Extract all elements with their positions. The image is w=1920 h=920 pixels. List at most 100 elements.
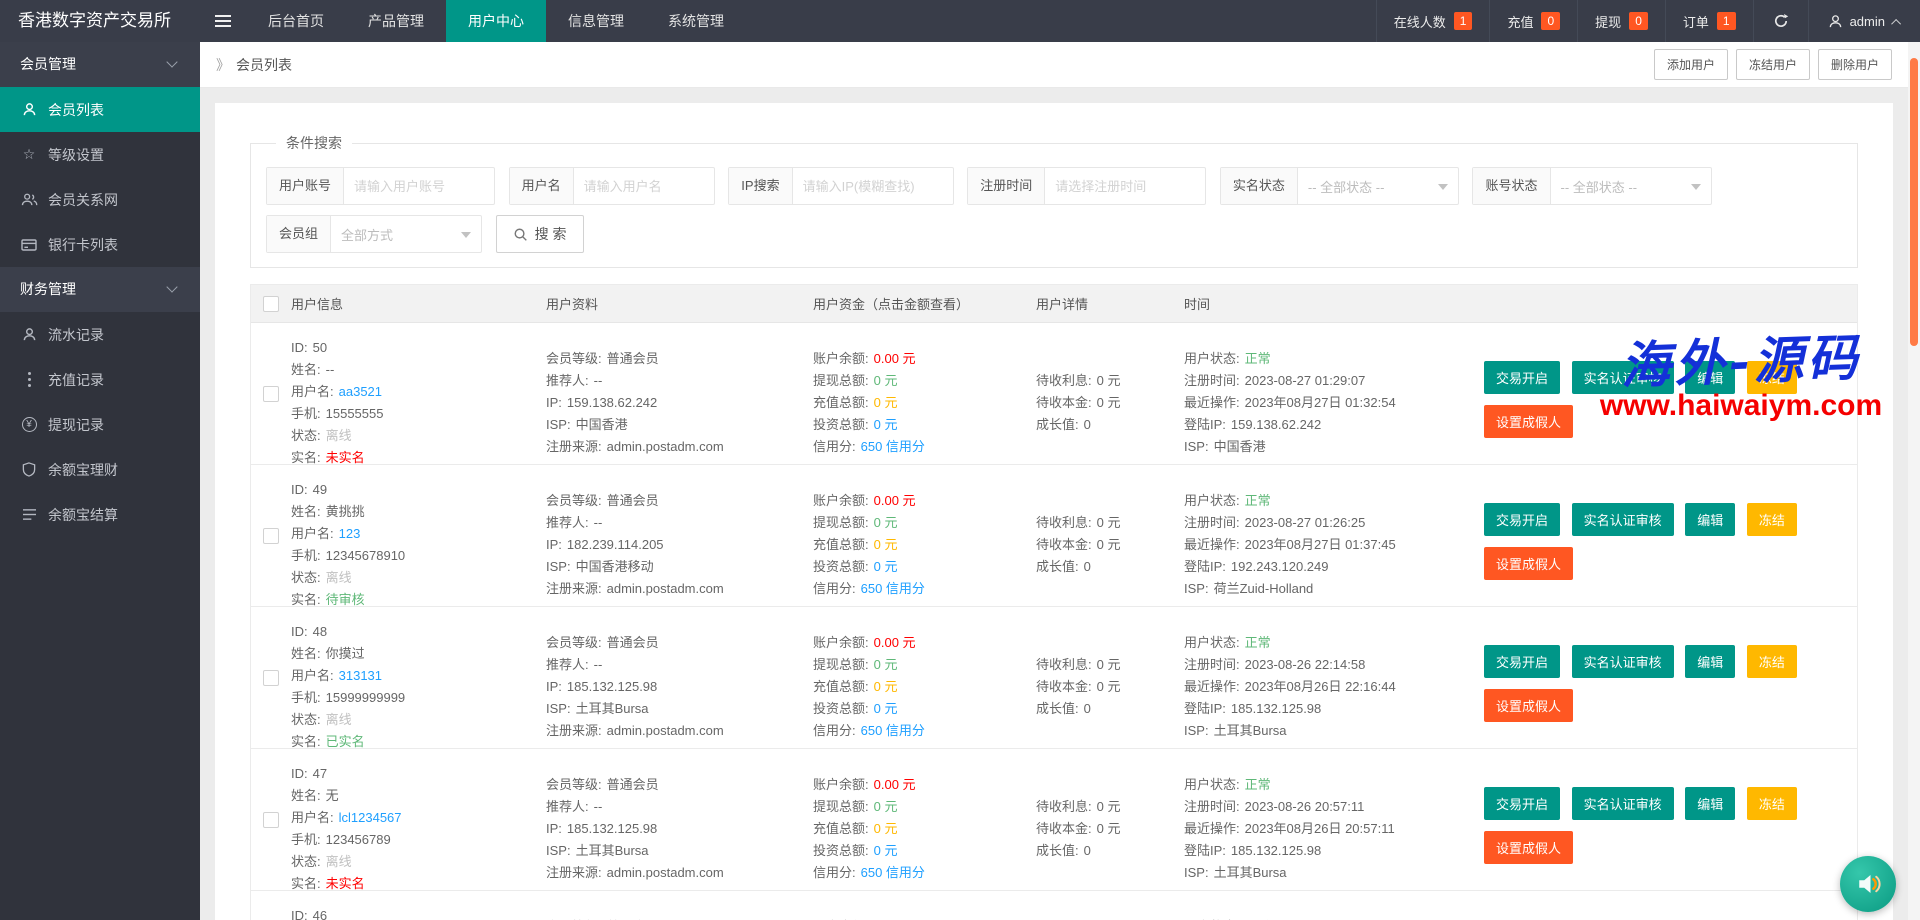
balance-amount[interactable]: 0.00 元 [874, 777, 916, 792]
balance-amount[interactable]: 0.00 元 [874, 635, 916, 650]
freeze-button[interactable]: 冻结 [1747, 645, 1797, 678]
search-button[interactable]: 搜 索 [496, 215, 584, 253]
balance-amount[interactable]: 0.00 元 [874, 493, 916, 508]
freeze-button[interactable]: 冻结 [1747, 361, 1797, 394]
invest-total[interactable]: 0 元 [874, 559, 898, 574]
sidebar-item-bank-cards[interactable]: 银行卡列表 [0, 222, 200, 267]
row-checkbox[interactable] [263, 528, 279, 544]
sidebar-item-member-network[interactable]: 会员关系网 [0, 177, 200, 222]
sidebar-item-yuebao-settlement[interactable]: 余额宝结算 [0, 492, 200, 537]
stat-recharge[interactable]: 充值 0 [1489, 0, 1577, 42]
sidebar-group-member-management[interactable]: 会员管理 [0, 42, 200, 87]
edit-button[interactable]: 编辑 [1685, 787, 1735, 820]
add-user-button[interactable]: 添加用户 [1654, 49, 1728, 80]
sidebar-item-recharge-records[interactable]: 充值记录 [0, 357, 200, 402]
invest-total[interactable]: 0 元 [874, 417, 898, 432]
recharge-total[interactable]: 0 元 [874, 537, 898, 552]
realname-audit-button[interactable]: 实名认证审核 [1572, 787, 1674, 820]
recharge-total[interactable]: 0 元 [874, 821, 898, 836]
set-fake-user-button[interactable]: 设置成假人 [1484, 405, 1573, 438]
username-link[interactable]: aa3521 [339, 384, 382, 399]
username-link[interactable]: 123 [339, 526, 361, 541]
sidebar-item-flow-records[interactable]: 流水记录 [0, 312, 200, 357]
realname-audit-button[interactable]: 实名认证审核 [1572, 361, 1674, 394]
menu-item-information[interactable]: 信息管理 [546, 0, 646, 42]
recharge-total[interactable]: 0 元 [874, 679, 898, 694]
select-all-checkbox[interactable] [263, 296, 279, 312]
row-checkbox[interactable] [263, 386, 279, 402]
speaker-icon [1853, 869, 1883, 899]
admin-menu[interactable]: admin [1808, 0, 1920, 42]
stat-online-users[interactable]: 在线人数 1 [1376, 0, 1490, 42]
menu-item-products[interactable]: 产品管理 [346, 0, 446, 42]
table-body: ID:50 姓名:-- 用户名:aa3521 手机:15555555 状态:离线… [251, 323, 1857, 920]
scrollbar-thumb[interactable] [1910, 58, 1918, 346]
username-link[interactable]: lcl1234567 [339, 810, 402, 825]
stat-withdraw[interactable]: 提现 0 [1577, 0, 1665, 42]
set-fake-user-button[interactable]: 设置成假人 [1484, 831, 1573, 864]
recharge-total[interactable]: 0 元 [874, 395, 898, 410]
delete-user-button[interactable]: 删除用户 [1818, 49, 1892, 80]
sound-float-button[interactable] [1840, 856, 1896, 912]
balance-amount[interactable]: 0.00 元 [874, 351, 916, 366]
sidebar-item-yuebao-invest[interactable]: 余额宝理财 [0, 447, 200, 492]
set-fake-user-button[interactable]: 设置成假人 [1484, 547, 1573, 580]
sidebar-item-level-settings[interactable]: ☆ 等级设置 [0, 132, 200, 177]
member-group-select[interactable]: 全部方式 [331, 216, 481, 252]
invest-total[interactable]: 0 元 [874, 701, 898, 716]
user-funds-cell: 账户余额:0.00 元 提现总额:0 元 充值总额: 投资总额: 信用分: [813, 905, 1036, 920]
hamburger-menu-icon[interactable] [200, 0, 246, 42]
edit-button[interactable]: 编辑 [1685, 645, 1735, 678]
edit-button[interactable]: 编辑 [1685, 503, 1735, 536]
register-time-input[interactable] [1045, 168, 1205, 204]
menu-item-system[interactable]: 系统管理 [646, 0, 746, 42]
sidebar-item-withdraw-records[interactable]: ¥ 提现记录 [0, 402, 200, 447]
credit-score-link[interactable]: 650 信用分 [861, 439, 925, 454]
account-status-select[interactable]: -- 全部状态 -- [1551, 168, 1711, 204]
scrollbar-track[interactable] [1908, 42, 1920, 920]
row-checkbox[interactable] [263, 670, 279, 686]
breadcrumb-bar: 》 会员列表 添加用户 冻结用户 删除用户 [200, 42, 1908, 88]
menu-item-user-center[interactable]: 用户中心 [446, 0, 546, 42]
sidebar-item-member-list[interactable]: 会员列表 [0, 87, 200, 132]
edit-button[interactable]: 编辑 [1685, 361, 1735, 394]
freeze-user-button[interactable]: 冻结用户 [1736, 49, 1810, 80]
trade-toggle-button[interactable]: 交易开启 [1484, 787, 1560, 820]
realname-status-select[interactable]: -- 全部状态 -- [1298, 168, 1458, 204]
withdraw-total[interactable]: 0 元 [874, 373, 898, 388]
user-funds-cell: 账户余额:0.00 元 提现总额:0 元 充值总额:0 元 投资总额:0 元 信… [813, 621, 1036, 734]
freeze-button[interactable]: 冻结 [1747, 787, 1797, 820]
sidebar-group-finance-management[interactable]: 财务管理 [0, 267, 200, 312]
realname-status: 未实名 [326, 450, 365, 465]
menu-item-dashboard[interactable]: 后台首页 [246, 0, 346, 42]
trade-toggle-button[interactable]: 交易开启 [1484, 503, 1560, 536]
withdraw-total[interactable]: 0 元 [874, 657, 898, 672]
register-source: admin.postadm.com [607, 439, 724, 454]
ip-search-input[interactable] [793, 168, 953, 204]
username-link[interactable]: 313131 [339, 668, 382, 683]
stat-orders[interactable]: 订单 1 [1665, 0, 1753, 42]
withdraw-total[interactable]: 0 元 [874, 515, 898, 530]
credit-score-link[interactable]: 650 信用分 [861, 865, 925, 880]
credit-score-link[interactable]: 650 信用分 [861, 581, 925, 596]
invest-total[interactable]: 0 元 [874, 843, 898, 858]
user-details-cell: 待收利息:0 元 待收本金:0 元 成长值:0 [1036, 479, 1184, 592]
freeze-button[interactable]: 冻结 [1747, 503, 1797, 536]
register-source: admin.postadm.com [607, 581, 724, 596]
trade-toggle-button[interactable]: 交易开启 [1484, 361, 1560, 394]
refresh-icon[interactable] [1753, 0, 1808, 42]
shield-icon [20, 462, 38, 477]
credit-score-link[interactable]: 650 信用分 [861, 723, 925, 738]
username-input[interactable] [574, 168, 714, 204]
set-fake-user-button[interactable]: 设置成假人 [1484, 689, 1573, 722]
trade-toggle-button[interactable]: 交易开启 [1484, 645, 1560, 678]
user-icon [20, 327, 38, 342]
referrer: -- [594, 373, 603, 388]
withdraw-total[interactable]: 0 元 [874, 799, 898, 814]
growth-value: 0 [1084, 843, 1091, 858]
user-account-input[interactable] [344, 168, 494, 204]
realname-audit-button[interactable]: 实名认证审核 [1572, 503, 1674, 536]
row-checkbox[interactable] [263, 812, 279, 828]
user-profile-cell: 会员等级:普通会员 推荐人:-- IP:182.239.114.205 ISP:… [546, 479, 813, 592]
realname-audit-button[interactable]: 实名认证审核 [1572, 645, 1674, 678]
